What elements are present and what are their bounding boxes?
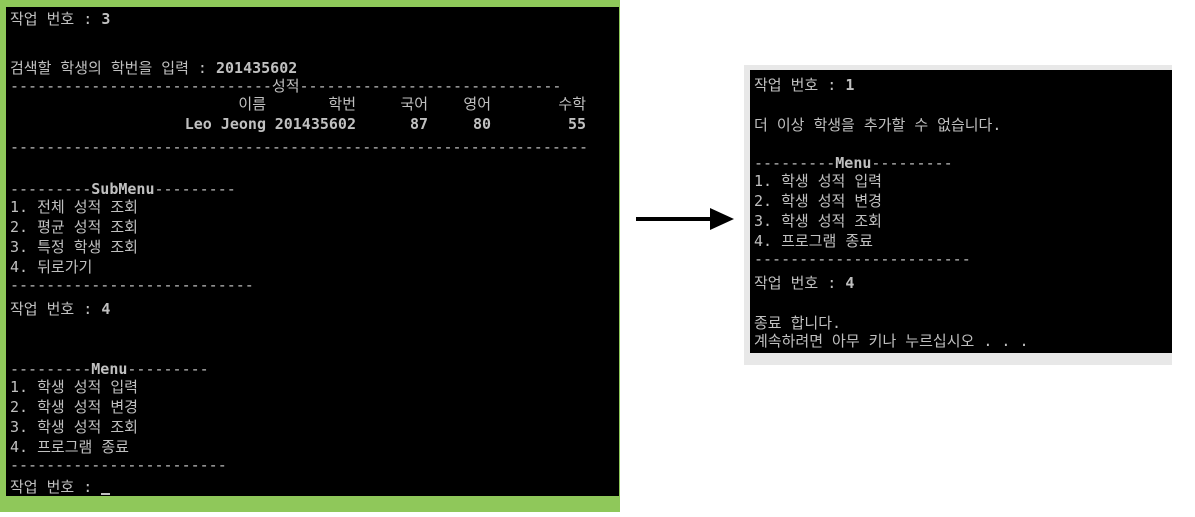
table-row-name: Leo Jeong bbox=[184, 115, 266, 133]
menu-bottom-separator: ------------------------ bbox=[10, 456, 227, 474]
task-number-value: 1 bbox=[845, 76, 855, 94]
submenu-item: 3. 특정 학생 조회 bbox=[10, 238, 138, 256]
text-cursor bbox=[101, 493, 111, 495]
menu-item: 4. 프로그램 종료 bbox=[754, 232, 873, 250]
submenu-title-line: ---------SubMenu--------- bbox=[10, 180, 236, 198]
task-number-value: 4 bbox=[101, 300, 111, 318]
menu-item: 1. 학생 성적 입력 bbox=[754, 172, 882, 190]
table-row-korean: 87 bbox=[409, 115, 428, 133]
table-header-english: 영어 bbox=[463, 95, 491, 113]
menu-item: 2. 학생 성적 변경 bbox=[754, 192, 882, 210]
table-header-id: 학번 bbox=[328, 95, 356, 113]
menu-bottom-separator: ------------------------ bbox=[754, 250, 971, 268]
task-number-label: 작업 번호 : bbox=[754, 274, 837, 292]
task-number-value: 3 bbox=[101, 10, 111, 28]
submenu-item: 4. 뒤로가기 bbox=[10, 258, 93, 276]
submenu-title: SubMenu bbox=[91, 180, 155, 198]
table-bottom-separator: ----------------------------------------… bbox=[10, 138, 588, 156]
menu-item: 4. 프로그램 종료 bbox=[10, 438, 129, 456]
menu-item: 1. 학생 성적 입력 bbox=[10, 378, 138, 396]
task-number-label: 작업 번호 : bbox=[10, 10, 93, 28]
error-message: 더 이상 학생을 추가할 수 없습니다. bbox=[754, 116, 1002, 134]
menu-title-line: ---------Menu--------- bbox=[10, 360, 209, 378]
table-row-math: 55 bbox=[567, 115, 586, 133]
grades-header-separator: -----------------------------성적---------… bbox=[10, 77, 562, 95]
menu-title: Menu bbox=[91, 360, 128, 378]
search-prompt-label: 검색할 학생의 학번을 입력 : bbox=[10, 59, 207, 77]
task-number-label: 작업 번호 : bbox=[754, 76, 837, 94]
press-any-key-message: 계속하려면 아무 키나 누르십시오 . . . bbox=[754, 332, 1029, 350]
menu-title: Menu bbox=[835, 154, 872, 172]
task-number-line: 작업 번호 : 3 bbox=[10, 9, 110, 29]
table-row-english: 80 bbox=[472, 115, 491, 133]
table-header-math: 수학 bbox=[558, 95, 586, 113]
search-line: 검색할 학생의 학번을 입력 : 201435602 bbox=[10, 58, 297, 78]
search-value: 201435602 bbox=[216, 59, 298, 77]
task-number-line: 작업 번호 : 4 bbox=[10, 299, 110, 319]
task-number-line: 작업 번호 : 4 bbox=[754, 273, 854, 293]
menu-title-line: ---------Menu--------- bbox=[754, 154, 953, 172]
task-number-line: 작업 번호 : 1 bbox=[754, 75, 854, 95]
table-row-id: 201435602 bbox=[274, 115, 356, 133]
task-number-value: 4 bbox=[845, 274, 855, 292]
task-number-label: 작업 번호 : bbox=[10, 300, 93, 318]
menu-item: 3. 학생 성적 조회 bbox=[754, 212, 882, 230]
submenu-bottom-separator: --------------------------- bbox=[10, 276, 254, 294]
menu-item: 3. 학생 성적 조회 bbox=[10, 418, 138, 436]
right-arrow-icon bbox=[636, 208, 734, 230]
exit-message: 종료 합니다. bbox=[754, 314, 842, 332]
right-console-window: 작업 번호 : 1 더 이상 학생을 추가할 수 없습니다. ---------… bbox=[750, 70, 1172, 353]
submenu-item: 1. 전체 성적 조회 bbox=[10, 198, 138, 216]
table-header-korean: 국어 bbox=[400, 95, 428, 113]
left-console-window: 작업 번호 : 3 검색할 학생의 학번을 입력 : 201435602 ---… bbox=[6, 7, 619, 496]
task-number-label: 작업 번호 : bbox=[10, 478, 93, 496]
task-number-line[interactable]: 작업 번호 : bbox=[10, 477, 111, 496]
grades-header-label: 성적 bbox=[271, 77, 300, 95]
submenu-item: 2. 평균 성적 조회 bbox=[10, 218, 138, 236]
menu-item: 2. 학생 성적 변경 bbox=[10, 398, 138, 416]
